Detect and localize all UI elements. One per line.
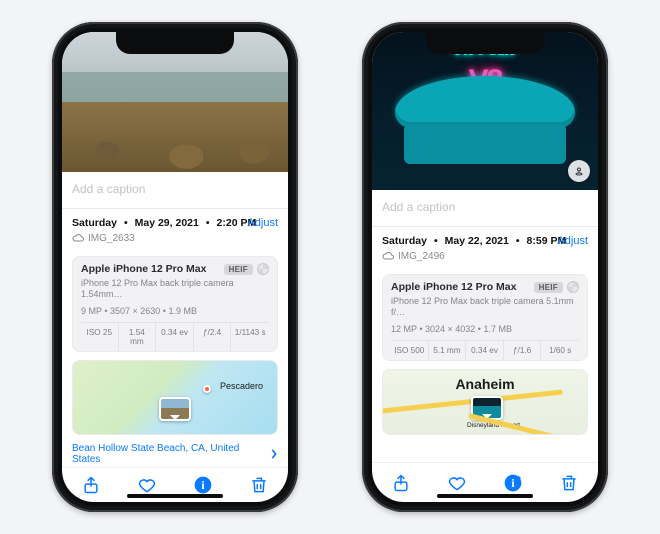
exif-shutter: 1/60 s [541, 341, 579, 360]
exif-panel: Apple iPhone 12 Pro Max HEIF iPhone 12 P… [382, 274, 588, 361]
device-notch [426, 32, 544, 54]
map-thumbnail [471, 396, 503, 420]
date-meta: Saturday May 29, 2021 2:20 PM Adjust IMG… [62, 209, 288, 248]
map-thumbnail [159, 397, 191, 421]
device-name: Apple iPhone 12 Pro Max [81, 263, 206, 275]
exif-iso: ISO 25 [81, 323, 119, 351]
filename: IMG_2496 [398, 251, 445, 262]
screen: Flo's Cafe V8 Add a caption Saturday May… [372, 32, 598, 502]
date: May 22, 2021 [445, 235, 509, 247]
exif-ev: 0.34 ev [156, 323, 194, 351]
phone-mockup-left: Add a caption Saturday May 29, 2021 2:20… [52, 22, 298, 512]
lens-description: iPhone 12 Pro Max back triple camera 1.5… [81, 278, 269, 301]
ar-lookup-button[interactable] [568, 160, 590, 182]
location-text: Bean Hollow State Beach, CA, United Stat… [72, 443, 270, 465]
exif-panel: Apple iPhone 12 Pro Max HEIF iPhone 12 P… [72, 256, 278, 352]
phone-mockup-right: Flo's Cafe V8 Add a caption Saturday May… [362, 22, 608, 512]
share-button[interactable] [80, 474, 102, 496]
resolution-spec: 9 MP • 3507 × 2630 • 1.9 MB [81, 306, 269, 317]
exif-ev: 0.34 ev [466, 341, 504, 360]
adjust-button[interactable]: Adjust [247, 217, 278, 229]
map-pin-icon [203, 385, 211, 393]
exif-focal: 5.1 mm [429, 341, 467, 360]
date: May 29, 2021 [135, 217, 199, 229]
share-button[interactable] [390, 472, 412, 494]
icloud-icon [382, 250, 394, 262]
screen: Add a caption Saturday May 29, 2021 2:20… [62, 32, 288, 502]
exif-aperture: ƒ/2.4 [194, 323, 232, 351]
exif-focal: 1.54 mm [119, 323, 157, 351]
location-link[interactable]: Bean Hollow State Beach, CA, United Stat… [72, 441, 278, 467]
caption-placeholder: Add a caption [72, 182, 145, 196]
map-city-label: Anaheim [455, 376, 514, 392]
sensor-icon [257, 263, 269, 275]
weekday: Saturday [382, 235, 427, 247]
device-name: Apple iPhone 12 Pro Max [391, 281, 516, 293]
exif-aperture: ƒ/1.6 [504, 341, 542, 360]
map-poi-label: Disneyland Resort [467, 422, 520, 429]
caption-field[interactable]: Add a caption [372, 190, 598, 227]
map-preview[interactable]: Anaheim Disneyland Resort [382, 369, 588, 435]
exif-iso: ISO 500 [391, 341, 429, 360]
delete-button[interactable] [558, 472, 580, 494]
map-pin-label: Pescadero [220, 381, 263, 391]
delete-button[interactable] [248, 474, 270, 496]
photo-hero[interactable]: Flo's Cafe V8 [372, 32, 598, 190]
weekday: Saturday [72, 217, 117, 229]
adjust-button[interactable]: Adjust [557, 235, 588, 247]
home-indicator [127, 494, 223, 498]
photo-cafe-scene: Flo's Cafe V8 [372, 32, 598, 190]
device-notch [116, 32, 234, 54]
lens-description: iPhone 12 Pro Max back triple camera 5.1… [391, 296, 579, 319]
icloud-icon [72, 232, 84, 244]
caption-placeholder: Add a caption [382, 200, 455, 214]
resolution-spec: 12 MP • 3024 × 4032 • 1.7 MB [391, 324, 579, 335]
chevron-right-icon [270, 449, 278, 459]
favorite-button[interactable] [446, 472, 468, 494]
sensor-icon [567, 281, 579, 293]
exif-shutter: 1/1143 s [231, 323, 269, 351]
filename: IMG_2633 [88, 233, 135, 244]
date-meta: Saturday May 22, 2021 8:59 PM Adjust IMG… [372, 227, 598, 266]
map-preview[interactable]: Pescadero [72, 360, 278, 435]
caption-field[interactable]: Add a caption [62, 172, 288, 209]
favorite-button[interactable] [136, 474, 158, 496]
home-indicator [437, 494, 533, 498]
info-button-sparkle[interactable]: i [502, 472, 524, 494]
info-button[interactable]: i [192, 474, 214, 496]
format-badge: HEIF [224, 264, 253, 275]
format-badge: HEIF [534, 282, 563, 293]
